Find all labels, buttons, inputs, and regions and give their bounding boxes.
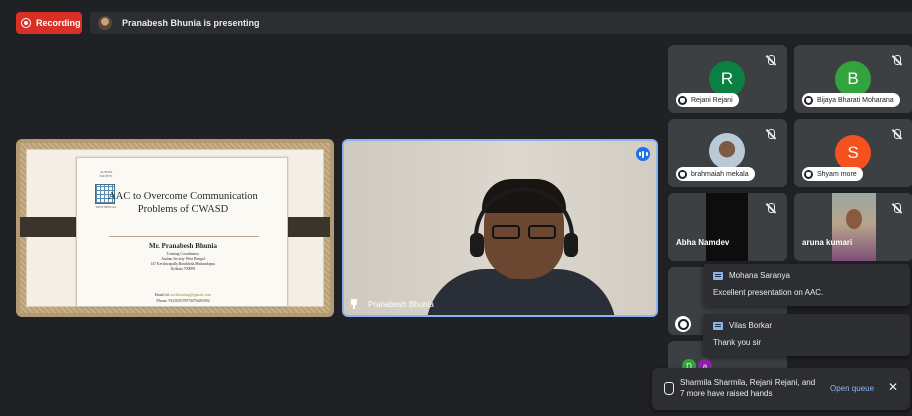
- chat-sender: Mohana Saranya: [729, 271, 790, 280]
- chat-notification[interactable]: Vilas Borkar Thank you sir: [703, 314, 910, 356]
- chat-icon: [713, 271, 723, 280]
- participant-name: aruna kumari: [802, 238, 853, 247]
- avatar: R: [709, 61, 745, 97]
- hand-icon: [678, 169, 687, 179]
- mic-off-icon: [892, 203, 901, 214]
- record-icon: [21, 18, 31, 28]
- participant-tile[interactable]: R Rejani Rejani: [668, 45, 787, 113]
- hand-icon: [678, 95, 687, 105]
- slide-frame: AUTISM SOCIETY WEST BENGAL AAC to Overco…: [20, 143, 330, 313]
- raised-hand-badge: Shyam more: [802, 167, 863, 181]
- participant-tile[interactable]: brahmaiah mekala: [668, 119, 787, 187]
- participant-tile[interactable]: Abha Namdev: [668, 193, 787, 261]
- open-queue-button[interactable]: Open queue: [830, 384, 874, 393]
- chat-message: Excellent presentation on AAC.: [713, 288, 824, 297]
- slide-divider: [109, 236, 259, 237]
- raised-hand-icon: [675, 316, 691, 332]
- top-bar: Recording Pranabesh Bhunia is presenting: [0, 6, 912, 40]
- meeting-screen: Recording Pranabesh Bhunia is presenting…: [0, 0, 912, 416]
- mic-off-icon: [766, 203, 775, 214]
- speaker-name-label: Pranabesh Bhunia: [350, 299, 434, 309]
- speaker-video: [344, 141, 656, 315]
- slide-presenter-name: Mr. Pranabesh Bhunia: [148, 242, 217, 250]
- avatar: S: [835, 135, 871, 171]
- avatar: [709, 133, 745, 169]
- avatar: B: [835, 61, 871, 97]
- presenting-banner: Pranabesh Bhunia is presenting: [90, 12, 912, 34]
- mic-off-icon: [892, 55, 901, 66]
- participant-video: [706, 193, 748, 261]
- raised-hand-badge: Rejani Rejani: [676, 93, 739, 107]
- pin-icon[interactable]: [350, 299, 358, 309]
- mic-off-icon: [766, 129, 775, 140]
- chat-sender: Vilas Borkar: [729, 321, 772, 330]
- participant-name: Abha Namdev: [676, 238, 730, 247]
- slide-address-line2: Kolkata 700099: [170, 267, 196, 271]
- recording-indicator[interactable]: Recording: [16, 12, 82, 34]
- mic-off-icon: [766, 55, 775, 66]
- hand-icon: [804, 95, 813, 105]
- participant-video: [832, 193, 876, 261]
- recording-label: Recording: [36, 18, 81, 28]
- presentation-tile[interactable]: AUTISM SOCIETY WEST BENGAL AAC to Overco…: [16, 139, 334, 317]
- participant-tile[interactable]: S Shyam more: [794, 119, 912, 187]
- slide-email: Email id: asvbtraining@gmail.com: [154, 292, 212, 297]
- chat-message: Thank you sir: [713, 338, 762, 347]
- participant-tile[interactable]: aruna kumari: [794, 193, 912, 261]
- presenting-text: Pranabesh Bhunia is presenting: [122, 18, 260, 28]
- close-icon[interactable]: ✕: [888, 381, 898, 393]
- raised-hands-toast: Sharmila Sharmila, Rejani Rejani, and 7 …: [652, 368, 910, 410]
- hand-icon: [663, 382, 674, 395]
- speaker-video-tile[interactable]: Pranabesh Bhunia: [342, 139, 658, 317]
- raised-hands-text: Sharmila Sharmila, Rejani Rejani, and 7 …: [680, 378, 816, 398]
- speaking-indicator-icon: [636, 147, 650, 161]
- slide-content: AUTISM SOCIETY WEST BENGAL AAC to Overco…: [76, 157, 288, 307]
- hand-icon: [804, 169, 813, 179]
- raised-hand-badge: Bijaya Bharati Moharana: [802, 93, 900, 107]
- slide-phone: Phone: 9123035787/9476483392: [156, 298, 210, 303]
- chat-notification[interactable]: Mohana Saranya Excellent presentation on…: [703, 264, 910, 306]
- mic-off-icon: [892, 129, 901, 140]
- slide-title: AAC to Overcome Communication Problems o…: [108, 191, 258, 215]
- presenter-avatar: [98, 16, 112, 30]
- chat-icon: [713, 321, 723, 330]
- raised-hand-badge: brahmaiah mekala: [676, 167, 755, 181]
- participant-tile[interactable]: B Bijaya Bharati Moharana: [794, 45, 912, 113]
